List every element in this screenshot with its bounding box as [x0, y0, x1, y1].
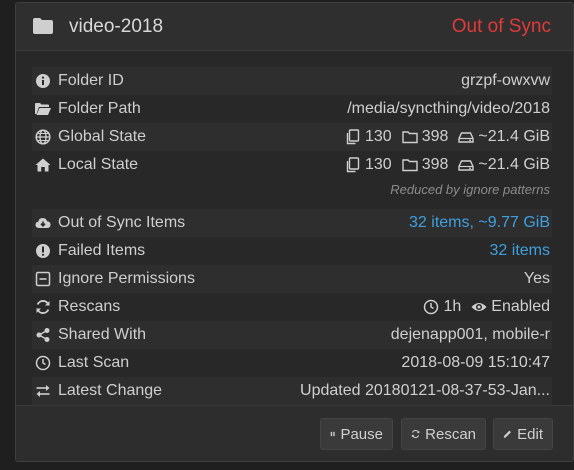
row-local-state: Local State 130 398 ~21.4 GiB — [32, 151, 552, 179]
folder-panel-header[interactable]: video-2018 Out of Sync — [16, 3, 573, 51]
local-state-note: Reduced by ignore patterns — [390, 182, 550, 197]
row-global-state: Global State 130 398 ~21.4 GiB — [32, 123, 552, 151]
home-icon — [35, 157, 51, 173]
folder-open-icon — [35, 101, 51, 117]
folder-path-label: Folder Path — [58, 100, 141, 117]
row-rescans: Rescans 1h Enabled — [32, 293, 552, 321]
local-state-value: 130 398 ~21.4 GiB — [335, 151, 550, 179]
exchange-icon — [35, 383, 51, 399]
refresh-icon — [35, 299, 51, 315]
edit-button-label: Edit — [517, 425, 543, 443]
row-ignore-permissions: Ignore Permissions Yes — [32, 265, 552, 293]
latest-change-value: Updated 20180121-08-37-53-Jan... — [300, 377, 550, 405]
share-icon — [35, 327, 51, 343]
row-last-scan: Last Scan 2018-08-09 15:10:47 — [32, 349, 552, 377]
local-dirs-count: 398 — [421, 156, 449, 173]
global-files-count: 130 — [364, 128, 392, 145]
minus-square-icon — [35, 271, 51, 287]
latest-change-text: Updated 20180121-08-37-53-Jan... — [300, 382, 550, 399]
pause-icon — [330, 431, 335, 437]
folder-outline-icon — [401, 131, 418, 144]
folder-id-label: Folder ID — [58, 72, 124, 89]
local-state-label: Local State — [58, 156, 139, 173]
rescan-interval: 1h — [443, 298, 462, 315]
clock-icon — [424, 299, 439, 315]
shared-with-value: dejenapp001, mobile-r — [390, 326, 550, 343]
out-of-sync-link[interactable]: 32 items, ~9.77 GiB — [409, 209, 550, 237]
row-folder-id: Folder ID grzpf-owxvw — [32, 67, 552, 95]
clock-icon — [35, 355, 51, 371]
pencil-icon — [503, 430, 511, 438]
local-size: ~21.4 GiB — [478, 156, 550, 173]
ignore-permissions-value: Yes — [523, 270, 550, 287]
files-icon — [346, 157, 360, 173]
last-scan-label: Last Scan — [58, 354, 130, 371]
row-out-of-sync: Out of Sync Items 32 items, ~9.77 GiB — [32, 209, 552, 237]
cloud-download-icon — [35, 215, 51, 231]
row-failed-items: Failed Items 32 items — [32, 237, 552, 265]
folder-details: Folder ID grzpf-owxvw Folder Path /media… — [32, 67, 552, 405]
rescan-button[interactable]: Rescan — [401, 418, 486, 450]
row-folder-path: Folder Path /media/syncthing/video/2018 — [32, 95, 552, 123]
rescans-label: Rescans — [58, 298, 121, 315]
pause-button[interactable]: Pause — [320, 418, 393, 450]
row-latest-change: Latest Change Updated 20180121-08-37-53-… — [32, 377, 552, 405]
edit-button[interactable]: Edit — [493, 418, 553, 450]
global-size: ~21.4 GiB — [478, 128, 550, 145]
folder-title: video-2018 — [69, 16, 164, 37]
shared-with-label: Shared With — [58, 326, 147, 343]
local-files-count: 130 — [364, 156, 392, 173]
eye-icon — [471, 303, 487, 311]
rescan-button-label: Rescan — [425, 425, 476, 443]
folder-panel: video-2018 Out of Sync Folder ID grzpf-o… — [15, 2, 574, 462]
last-scan-value: 2018-08-09 15:10:47 — [401, 354, 550, 371]
global-state-value: 130 398 ~21.4 GiB — [335, 123, 550, 151]
globe-icon — [35, 129, 51, 145]
folder-id-value: grzpf-owxvw — [461, 72, 550, 89]
hdd-icon — [458, 132, 475, 143]
folder-panel-footer: Pause Rescan Edit — [16, 405, 573, 461]
folder-outline-icon — [401, 159, 418, 172]
ignore-permissions-label: Ignore Permissions — [58, 270, 195, 287]
refresh-icon — [411, 430, 420, 438]
row-shared-with: Shared With dejenapp001, mobile-r — [32, 321, 552, 349]
folder-status: Out of Sync — [451, 16, 551, 37]
exclamation-circle-icon — [35, 243, 51, 259]
pause-button-label: Pause — [340, 425, 383, 443]
info-icon — [35, 73, 51, 89]
folder-path-value: /media/syncthing/video/2018 — [347, 100, 550, 117]
rescans-value: 1h Enabled — [413, 293, 550, 321]
failed-items-link[interactable]: 32 items — [490, 237, 550, 265]
hdd-icon — [458, 160, 475, 171]
global-dirs-count: 398 — [421, 128, 449, 145]
folder-icon — [33, 18, 53, 34]
global-state-label: Global State — [58, 128, 147, 145]
failed-items-label: Failed Items — [58, 242, 146, 259]
out-of-sync-label: Out of Sync Items — [58, 214, 186, 231]
files-icon — [346, 129, 360, 145]
latest-change-label: Latest Change — [58, 382, 163, 399]
watch-status: Enabled — [491, 298, 550, 315]
